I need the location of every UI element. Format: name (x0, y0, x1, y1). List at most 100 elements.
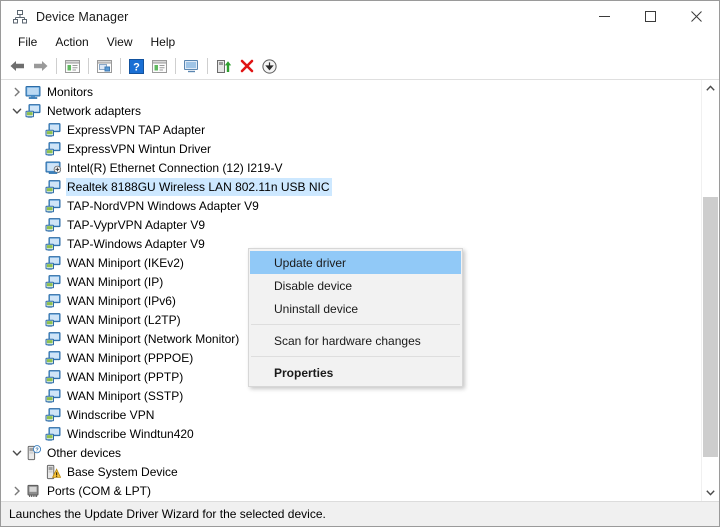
disable-device-icon[interactable] (258, 55, 281, 77)
tree-row-label: TAP-NordVPN Windows Adapter V9 (67, 198, 259, 213)
tree-row-label: TAP-Windows Adapter V9 (67, 236, 205, 251)
menu-help[interactable]: Help (142, 33, 185, 52)
network-adapter-icon (45, 388, 61, 404)
tree-row[interactable]: Intel(R) Ethernet Connection (12) I219-V (1, 158, 701, 177)
tree-row-label: Other devices (47, 445, 122, 460)
tree-row-label: Realtek 8188GU Wireless LAN 802.11n USB … (66, 177, 332, 196)
tree-row[interactable]: Windscribe VPN (1, 405, 701, 424)
tree-row[interactable]: ExpressVPN Wintun Driver (1, 139, 701, 158)
toolbar-separator-5 (207, 58, 208, 74)
tree-row-label: WAN Miniport (IKEv2) (67, 255, 184, 270)
twisty-placeholder (29, 348, 45, 367)
twisty-placeholder (29, 329, 45, 348)
scrollbar-thumb[interactable] (703, 197, 718, 457)
tree-row-label: WAN Miniport (L2TP) (67, 312, 181, 327)
context-menu-item[interactable]: Scan for hardware changes (250, 329, 461, 352)
network-adapter-icon (45, 350, 61, 366)
twisty-placeholder (29, 177, 45, 196)
scroll-up-icon[interactable] (702, 80, 719, 97)
tree-row-label: WAN Miniport (IPv6) (67, 293, 176, 308)
tree-row[interactable]: ? Other devices (1, 443, 701, 462)
twisty-placeholder (29, 272, 45, 291)
tree-row-label: ExpressVPN Wintun Driver (67, 141, 212, 156)
menu-view[interactable]: View (98, 33, 142, 52)
title-bar: Device Manager (1, 1, 719, 32)
update-driver-icon[interactable] (212, 55, 235, 77)
vertical-scrollbar[interactable] (701, 80, 719, 501)
properties-icon[interactable] (93, 55, 116, 77)
tree-row[interactable]: Base System Device (1, 462, 701, 481)
network-adapter-icon (45, 236, 61, 252)
device-manager-window: Device Manager File Action View Help ? M… (0, 0, 720, 527)
chevron-right-icon[interactable] (9, 82, 25, 101)
ethernet-adapter-icon (45, 160, 62, 176)
uninstall-device-icon[interactable] (235, 55, 258, 77)
context-menu-item[interactable]: Update driver (250, 251, 461, 274)
tree-row-label: Base System Device (67, 464, 178, 479)
chevron-down-icon[interactable] (9, 443, 25, 462)
help-icon[interactable]: ? (125, 55, 148, 77)
tree-row[interactable]: Ports (COM & LPT) (1, 481, 701, 500)
window-title: Device Manager (36, 9, 129, 24)
twisty-placeholder (29, 215, 45, 234)
scan-for-hardware-changes-icon[interactable] (180, 55, 203, 77)
tree-row[interactable]: Windscribe Windtun420 (1, 424, 701, 443)
chevron-right-icon[interactable] (9, 481, 25, 500)
menu-file[interactable]: File (9, 33, 46, 52)
context-menu-item[interactable]: Uninstall device (250, 297, 461, 320)
tree-row[interactable]: TAP-VyprVPN Adapter V9 (1, 215, 701, 234)
status-text: Launches the Update Driver Wizard for th… (9, 507, 326, 521)
tree-row[interactable]: Monitors (1, 82, 701, 101)
port-icon (25, 483, 41, 499)
tree-row[interactable]: Network adapters (1, 101, 701, 120)
twisty-placeholder (29, 462, 45, 481)
back-arrow-icon[interactable] (6, 55, 29, 77)
show-hide-console-tree-icon[interactable] (61, 55, 84, 77)
network-adapter-icon (45, 426, 61, 442)
network-adapter-icon (45, 255, 61, 271)
svg-text:?: ? (35, 447, 38, 453)
show-hide-action-pane-icon[interactable] (148, 55, 171, 77)
tree-row-label: Print queues (46, 501, 116, 502)
window-controls (581, 1, 719, 32)
twisty-placeholder (29, 310, 45, 329)
tree-row-label: Windscribe Windtun420 (67, 426, 194, 441)
context-menu-item-label: Update driver (274, 255, 347, 270)
twisty-placeholder (29, 367, 45, 386)
network-adapter-icon (45, 369, 61, 385)
network-adapter-icon (45, 312, 61, 328)
toolbar-separator-4 (175, 58, 176, 74)
twisty-placeholder (29, 405, 45, 424)
toolbar-separator-2 (88, 58, 89, 74)
device-manager-icon (12, 9, 28, 25)
tree-row[interactable]: Print queues (1, 500, 701, 501)
tree-row[interactable]: ExpressVPN TAP Adapter (1, 120, 701, 139)
context-menu[interactable]: Update driver Disable device Uninstall dev… (248, 248, 463, 387)
tree-row-label: WAN Miniport (SSTP) (67, 388, 184, 403)
tree-row-label: ExpressVPN TAP Adapter (67, 122, 206, 137)
maximize-button[interactable] (627, 1, 673, 32)
chevron-down-icon[interactable] (9, 101, 25, 120)
content-area: Monitors Network adapters ExpressVPN TAP A… (1, 80, 719, 501)
forward-arrow-icon[interactable] (29, 55, 52, 77)
tree-row[interactable]: TAP-NordVPN Windows Adapter V9 (1, 196, 701, 215)
context-menu-item[interactable]: Disable device (250, 274, 461, 297)
close-button[interactable] (673, 1, 719, 32)
context-menu-item[interactable]: Properties (250, 361, 461, 384)
network-adapter-icon (25, 103, 41, 119)
tree-row[interactable]: Realtek 8188GU Wireless LAN 802.11n USB … (1, 177, 701, 196)
chevron-right-icon[interactable] (9, 500, 25, 501)
svg-text:?: ? (133, 61, 140, 73)
menu-action[interactable]: Action (46, 33, 97, 52)
tree-row-label: Intel(R) Ethernet Connection (12) I219-V (67, 160, 283, 175)
tree-row[interactable]: WAN Miniport (SSTP) (1, 386, 701, 405)
twisty-placeholder (29, 291, 45, 310)
tree-row-label: WAN Miniport (PPTP) (67, 369, 184, 384)
context-menu-separator (251, 356, 460, 357)
minimize-button[interactable] (581, 1, 627, 32)
scrollbar-track[interactable] (702, 97, 719, 484)
network-adapter-icon (45, 217, 61, 233)
tree-row-label: WAN Miniport (PPPOE) (67, 350, 194, 365)
scroll-down-icon[interactable] (702, 484, 719, 501)
twisty-placeholder (29, 158, 45, 177)
